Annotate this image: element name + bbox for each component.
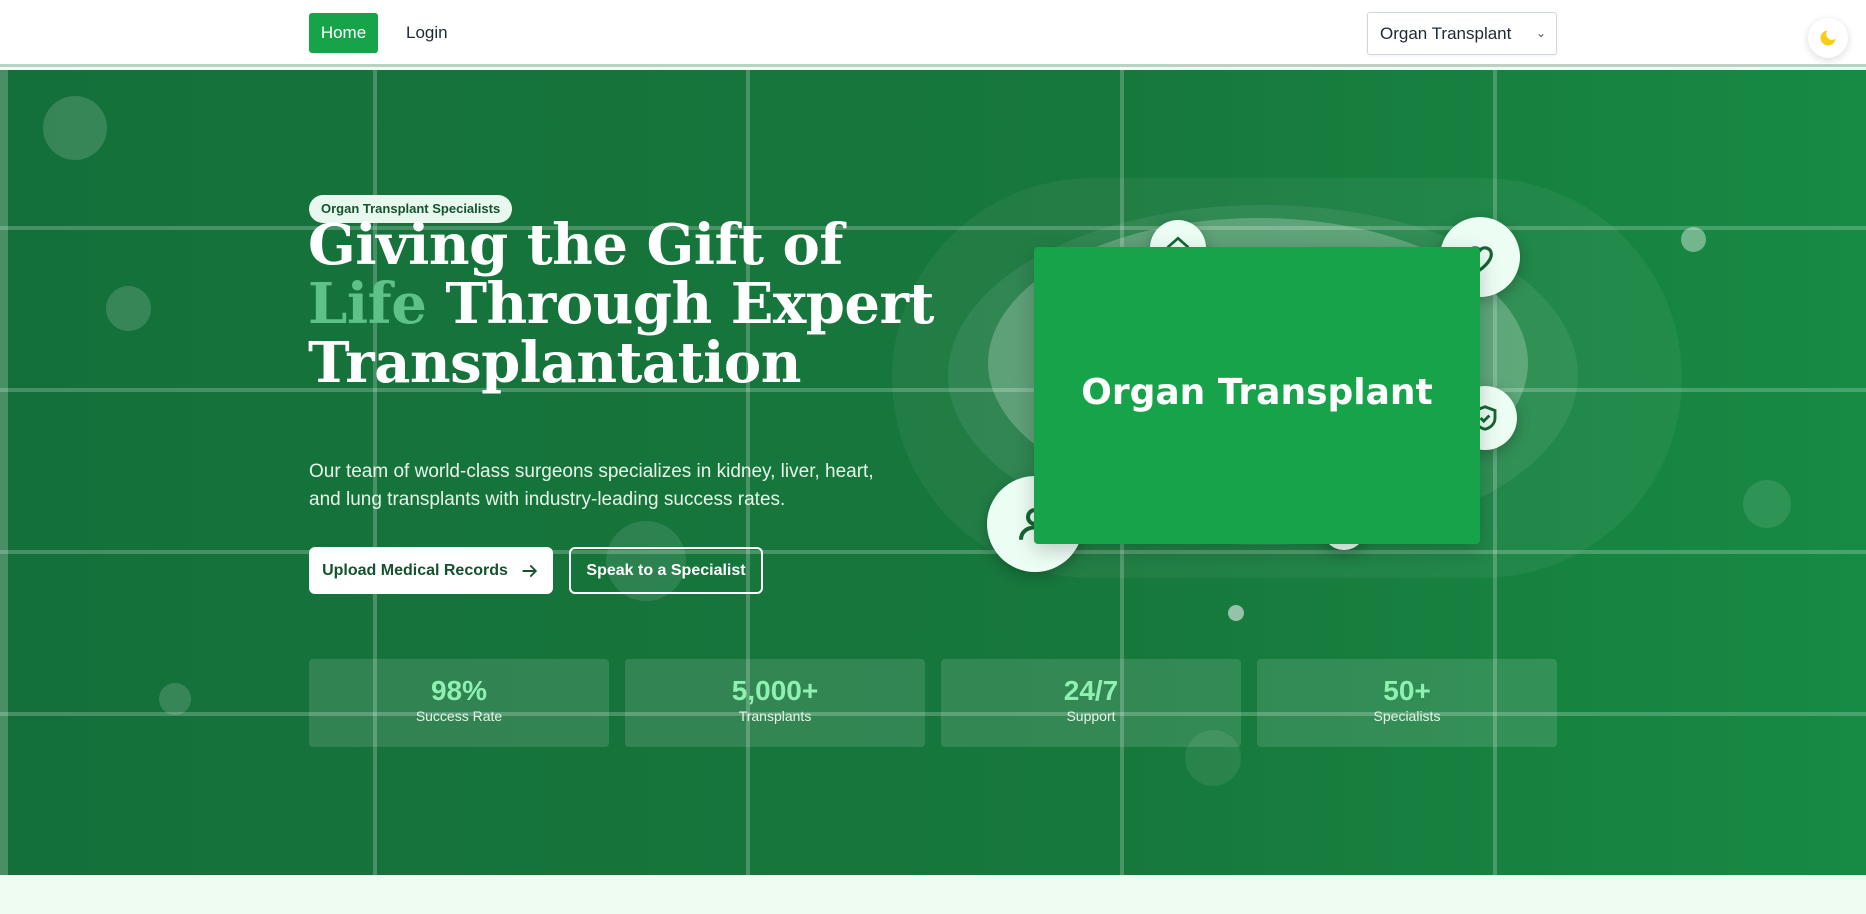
stat-card: 50+ Specialists — [1257, 659, 1557, 747]
hero-headline: Giving the Gift of Life Through Expert T… — [308, 216, 948, 393]
decorative-bubble — [1228, 605, 1244, 621]
stat-label: Transplants — [738, 708, 812, 724]
nav-login-link[interactable]: Login — [406, 13, 448, 53]
speak-specialist-button[interactable]: Speak to a Specialist — [569, 547, 763, 594]
upload-records-button[interactable]: Upload Medical Records — [309, 547, 553, 594]
specialty-select[interactable]: Organ Transplant ⌄ — [1367, 12, 1557, 55]
decorative-bubble — [106, 286, 151, 331]
hero-left-edge — [0, 70, 8, 875]
stat-value: 98% — [430, 675, 488, 706]
arrow-right-icon — [522, 564, 537, 577]
stat-label: Specialists — [1373, 708, 1441, 724]
stat-card: 98% Success Rate — [309, 659, 609, 747]
stat-card: 5,000+ Transplants — [625, 659, 925, 747]
decorative-bubble — [1681, 227, 1706, 252]
decorative-bubble — [159, 683, 191, 715]
stat-label: Success Rate — [415, 708, 503, 724]
feature-card-title: Organ Transplant — [1081, 372, 1433, 413]
feature-card: Organ Transplant — [1034, 247, 1480, 544]
headline-highlight: Life — [308, 271, 427, 337]
theme-toggle-button[interactable] — [1808, 18, 1848, 58]
next-section-strip — [0, 875, 1866, 914]
nav-home-button[interactable]: Home — [309, 13, 378, 53]
headline-line-2-rest: Through Expert — [426, 271, 934, 337]
headline-line-1: Giving the Gift of — [308, 212, 843, 278]
stat-card: 24/7 Support — [941, 659, 1241, 747]
hero-section: Organ Transplant Organ Transplant Specia… — [0, 70, 1866, 875]
upload-records-label: Upload Medical Records — [322, 561, 508, 579]
stat-value: 24/7 — [1063, 675, 1119, 706]
stat-value: 50+ — [1383, 675, 1431, 706]
specialty-select-value: Organ Transplant — [1380, 24, 1512, 43]
top-navbar: Home Login Organ Transplant ⌄ — [0, 0, 1866, 67]
grid-line — [0, 712, 1866, 716]
hero-subtext: Our team of world-class surgeons special… — [309, 461, 874, 510]
headline-line-3: Transplantation — [308, 330, 801, 396]
stat-value: 5,000+ — [731, 675, 819, 706]
decorative-bubble — [43, 96, 107, 160]
chevron-down-icon: ⌄ — [1535, 26, 1546, 40]
speak-specialist-label: Speak to a Specialist — [586, 561, 746, 579]
stat-label: Support — [1066, 708, 1116, 724]
decorative-bubble — [1743, 480, 1791, 528]
grid-line — [0, 550, 1866, 554]
moon-icon — [1820, 30, 1836, 46]
